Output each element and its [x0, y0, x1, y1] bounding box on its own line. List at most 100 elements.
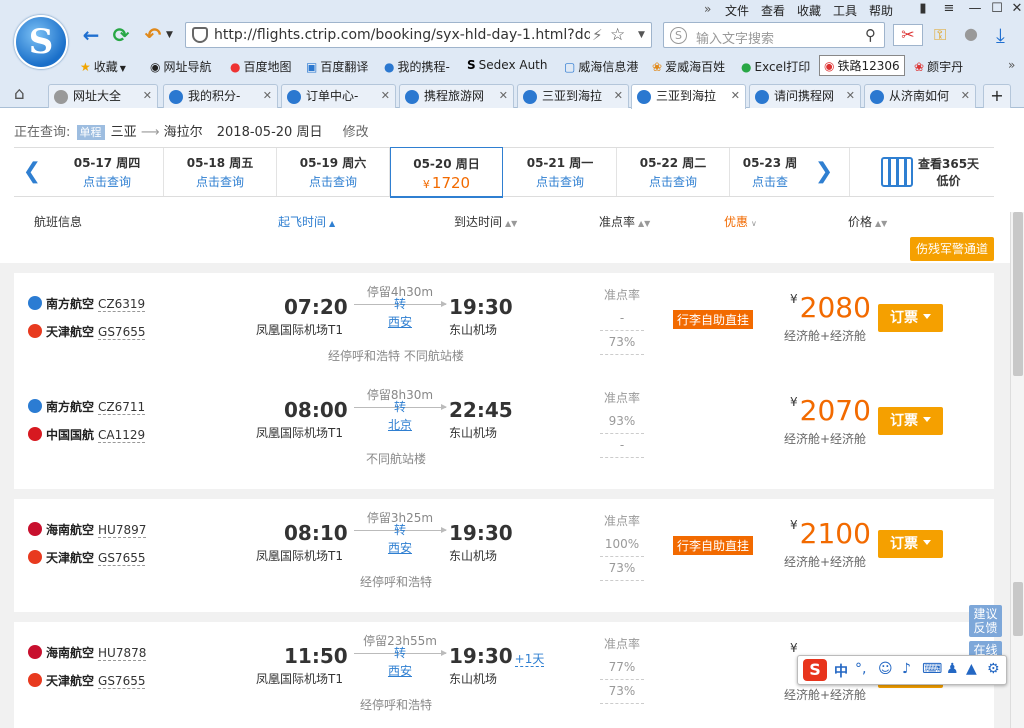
refresh-button[interactable]: ⟳ [108, 24, 134, 46]
bookmark-12306[interactable]: ◉ 铁路12306 [819, 55, 905, 76]
close-tab-icon[interactable]: ✕ [499, 85, 508, 107]
date-cell[interactable]: 05-23 周点击查 [730, 148, 810, 196]
screenshot-scissors-icon[interactable]: ✂ [893, 24, 923, 46]
bookmark-user[interactable]: ❀ 颜宇丹 [914, 58, 963, 75]
view-365-days-button[interactable]: 查看365天 低价 [849, 148, 994, 196]
window-skin-icon[interactable]: ▮ [910, 0, 936, 18]
flight-code[interactable]: CZ6711 [98, 400, 146, 415]
window-menu-icon[interactable]: ≡ [936, 0, 962, 18]
favorite-star-icon[interactable]: ☆ [610, 25, 625, 45]
tab-1[interactable]: 我的积分- ✕ [163, 84, 278, 108]
menu-help[interactable]: 帮助 [869, 2, 893, 19]
feedback-button[interactable]: 建议反馈 [969, 605, 1002, 637]
tab-0[interactable]: 网址大全 ✕ [48, 84, 158, 108]
ime-emoji-icon[interactable]: ☺ [878, 661, 893, 677]
page-scrollbar[interactable] [1010, 212, 1024, 728]
undo-dropdown-icon[interactable]: ▼ [166, 30, 173, 40]
download-icon[interactable]: ⤓ [996, 23, 1005, 47]
tab-6[interactable]: 请问携程网 ✕ [749, 84, 861, 108]
next-dates-button[interactable]: ❯ [806, 148, 842, 196]
search-engine-icon[interactable]: S [670, 27, 687, 44]
flight-code[interactable]: GS7655 [98, 551, 146, 566]
url-dropdown-icon[interactable]: ▼ [638, 30, 645, 40]
ime-lang-toggle[interactable]: 中 [834, 661, 848, 681]
plus-day-badge[interactable]: +1天 [514, 652, 545, 667]
close-tab-icon[interactable]: ✕ [143, 85, 152, 107]
tab-2[interactable]: 订单中心- ✕ [281, 84, 396, 108]
disabled-veteran-channel-button[interactable]: 伤残军警通道 [910, 237, 994, 261]
bookmark-favorites[interactable]: ★ 收藏 ▼ [80, 58, 129, 75]
ime-user-icon[interactable]: ♟ [946, 661, 959, 677]
flight-code[interactable]: HU7897 [98, 523, 147, 538]
url-text[interactable]: http://flights.ctrip.com/booking/syx-hld… [214, 27, 590, 43]
ime-settings-icon[interactable]: ⚙ [987, 661, 1000, 677]
menu-tools[interactable]: 工具 [833, 2, 857, 19]
close-tab-icon[interactable]: ✕ [381, 85, 390, 107]
menu-expand-icon[interactable]: » [704, 2, 711, 16]
date-cell[interactable]: 05-21 周一 点击查询 [504, 148, 617, 196]
ime-voice-icon[interactable]: ♪ [902, 661, 911, 677]
home-icon[interactable]: ⌂ [14, 84, 25, 104]
menu-view[interactable]: 查看 [761, 2, 785, 19]
menu-favorites[interactable]: 收藏 [797, 2, 821, 19]
flight-code[interactable]: CZ6319 [98, 297, 146, 312]
date-cell-selected[interactable]: 05-20 周日 ¥1720 [390, 147, 503, 198]
bookmark-baidu-translate[interactable]: ▣ 百度翻译 [306, 58, 368, 75]
close-tab-icon[interactable]: ✕ [263, 85, 272, 107]
address-bar[interactable]: http://flights.ctrip.com/booking/syx-hld… [185, 22, 652, 48]
close-tab-icon[interactable]: ✕ [961, 85, 970, 107]
sogou-logo-icon[interactable]: S [803, 659, 827, 681]
search-box[interactable]: S 输入文字搜索 ⚲ [663, 22, 885, 48]
bookmark-excel[interactable]: ● Excel打印 [741, 58, 810, 75]
header-arrive-sort[interactable]: 到达时间 ▲▼ [454, 213, 517, 230]
ime-keyboard-icon[interactable]: ⌨ [922, 661, 942, 677]
ime-punct-icon[interactable]: °, [855, 661, 866, 677]
transfer-city-link[interactable]: 北京 [354, 416, 446, 433]
close-tab-icon[interactable]: ✕ [846, 85, 855, 107]
ime-toolbar[interactable]: S 中 °, ☺ ♪ ⌨ ♟ ▲ ⚙ [797, 655, 1007, 685]
transfer-city-link[interactable]: 西安 [354, 662, 446, 679]
undo-close-button[interactable]: ↶ [140, 24, 166, 46]
bookmarks-more-icon[interactable]: » [1008, 58, 1015, 72]
search-icon[interactable]: ⚲ [865, 26, 876, 44]
new-tab-button[interactable]: + [983, 84, 1011, 108]
lightning-icon[interactable]: ⚡ [592, 26, 603, 44]
ime-skin-icon[interactable]: ▲ [966, 661, 977, 677]
flight-code[interactable]: CA1129 [98, 428, 146, 443]
flight-code[interactable]: GS7655 [98, 325, 146, 340]
edit-query-link[interactable]: 修改 [343, 125, 369, 140]
close-window-button[interactable]: ✕ [1004, 0, 1024, 18]
date-cell[interactable]: 05-17 周四 点击查询 [51, 148, 164, 196]
flight-code[interactable]: GS7655 [98, 674, 146, 689]
scrollbar-thumb-secondary[interactable] [1013, 582, 1023, 636]
bookmark-nav[interactable]: ◉ 网址导航 [150, 58, 212, 75]
book-button[interactable]: 订票 [878, 530, 943, 558]
date-cell[interactable]: 05-18 周五 点击查询 [164, 148, 277, 196]
transfer-city-link[interactable]: 西安 [354, 539, 446, 556]
close-tab-icon[interactable]: ✕ [614, 85, 623, 107]
book-button[interactable]: 订票 [878, 407, 943, 435]
date-cell[interactable]: 05-19 周六 点击查询 [277, 148, 390, 196]
prev-dates-button[interactable]: ❮ [14, 148, 50, 196]
scrollbar-thumb[interactable] [1013, 212, 1023, 376]
flight-code[interactable]: HU7878 [98, 646, 147, 661]
tab-4[interactable]: 三亚到海拉 ✕ [517, 84, 629, 108]
bookmark-sedex[interactable]: S Sedex Auth [467, 58, 548, 72]
key-icon[interactable]: ⚿ [934, 25, 946, 45]
close-tab-icon[interactable]: ✕ [731, 85, 740, 107]
header-punctuality-sort[interactable]: 准点率 ▲▼ [599, 213, 650, 230]
tab-3[interactable]: 携程旅游网 ✕ [399, 84, 514, 108]
bookmark-weihai-people[interactable]: ❀ 爱威海百姓 [652, 58, 725, 75]
header-depart-sort[interactable]: 起飞时间 ▲ [278, 213, 335, 230]
bookmark-ctrip[interactable]: ● 我的携程- [384, 58, 450, 75]
date-cell[interactable]: 05-22 周二 点击查询 [617, 148, 730, 196]
header-discount[interactable]: 优惠 ∨ [724, 213, 757, 230]
book-button[interactable]: 订票 [878, 304, 943, 332]
bookmark-weihai[interactable]: ▢ 威海信息港 [564, 58, 638, 75]
tab-5-active[interactable]: 三亚到海拉 ✕ [631, 84, 746, 109]
transfer-city-link[interactable]: 西安 [354, 313, 446, 330]
bookmark-baidu-map[interactable]: ● 百度地图 [230, 58, 292, 75]
back-button[interactable]: ← [78, 24, 104, 46]
more-tools-icon[interactable]: ● [964, 24, 978, 43]
tab-7[interactable]: 从济南如何 ✕ [864, 84, 976, 108]
